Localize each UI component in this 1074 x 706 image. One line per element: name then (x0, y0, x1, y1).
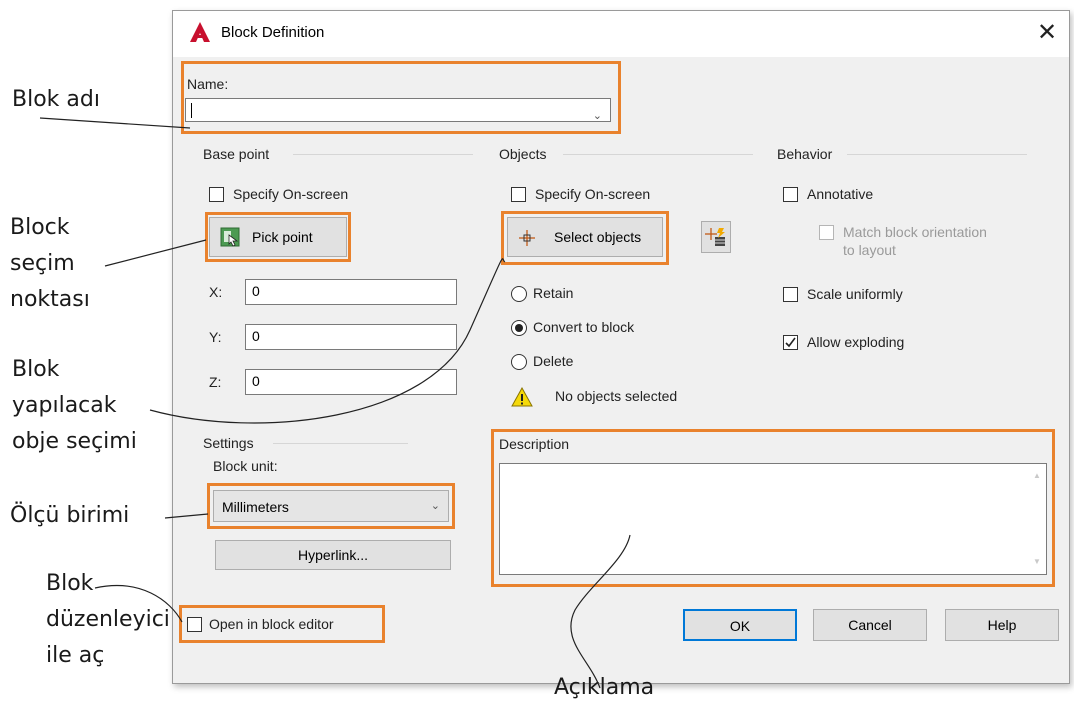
leader-block-secim (104, 239, 207, 267)
leader-obje-secimi (149, 258, 506, 424)
annotation-leader-lines (39, 117, 631, 689)
leader-blok-adi (39, 117, 191, 129)
annotation-aciklama: Açıklama (554, 675, 655, 700)
leader-aciklama (570, 534, 631, 689)
leader-olcu-birimi (164, 513, 209, 519)
leader-blok-duzenleyici (94, 584, 183, 623)
